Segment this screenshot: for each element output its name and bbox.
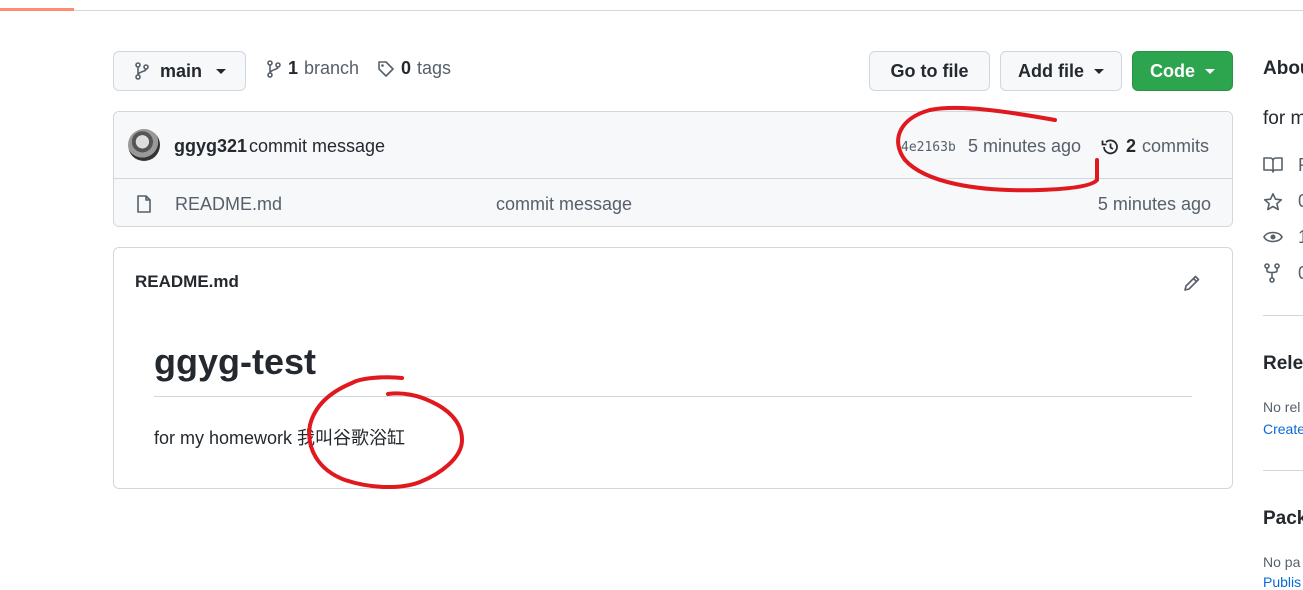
releases-text: No rel [1263,399,1301,415]
latest-commit-bar: ggyg321 commit message 4e2163b 5 minutes… [114,112,1232,179]
star-count[interactable]: 0 [1298,191,1303,212]
readme-heading: ggyg-test [154,341,316,382]
fork-icon [1264,263,1280,283]
publish-package-link[interactable]: Publis [1263,574,1301,590]
readme-panel: README.md ggyg-test for my homework 我叫谷歌… [113,247,1233,489]
commit-count-label: commits [1142,136,1210,156]
git-branch-icon [135,62,149,80]
file-row[interactable]: README.md commit message 5 minutes ago [114,179,1232,226]
chevron-down-icon [1205,68,1215,74]
avatar[interactable] [128,129,160,161]
pencil-icon[interactable] [1182,273,1202,293]
sidebar-divider [1263,470,1303,471]
about-title: Abou [1263,58,1303,79]
file-name[interactable]: README.md [175,194,282,215]
code-button[interactable]: Code [1132,51,1233,91]
branch-name: main [160,60,203,81]
heading-divider [154,396,1192,397]
file-icon [137,195,151,213]
tag-label: tags [417,58,452,78]
active-tab-underline [0,8,74,11]
repo-description: for m [1263,108,1303,129]
commit-count: 2 [1126,136,1137,156]
commit-file-box: ggyg321 commit message 4e2163b 5 minutes… [113,111,1233,227]
packages-text: No pa [1263,554,1301,570]
history-icon [1101,139,1118,154]
packages-title[interactable]: Pack [1263,508,1303,530]
commit-author[interactable]: ggyg321 [174,136,247,157]
eye-icon [1263,231,1283,243]
add-file-label: Add file [1018,60,1084,81]
file-commit-time: 5 minutes ago [1097,194,1211,214]
file-commit-message[interactable]: commit message [496,194,632,215]
tag-icon [378,60,394,77]
branch-count: 1 [288,58,299,78]
book-icon [1263,157,1283,173]
watcher-count[interactable]: 1 [1298,227,1303,248]
code-label: Code [1150,60,1195,81]
releases-title[interactable]: Rele [1263,353,1303,375]
star-icon [1263,193,1283,211]
branch-select-button[interactable]: main [113,51,246,91]
go-to-file-label: Go to file [890,60,969,81]
commit-message[interactable]: commit message [249,136,385,157]
readme-link-label[interactable]: R [1298,155,1303,176]
readme-body: for my homework 我叫谷歌浴缸 [154,428,406,448]
commits-link[interactable]: 2 commits [1100,136,1209,157]
tags-link[interactable]: 0 tags [377,58,451,79]
tag-count: 0 [401,58,412,78]
readme-filename[interactable]: README.md [135,272,239,292]
commit-sha[interactable]: 4e2163b [901,140,956,155]
create-release-link[interactable]: Create [1263,421,1303,437]
branches-link[interactable]: 1 branch [266,58,359,79]
git-branch-icon [267,59,281,78]
add-file-button[interactable]: Add file [1000,51,1122,91]
sidebar-divider [1263,315,1303,316]
commit-time: 5 minutes ago [968,136,1082,156]
fork-count[interactable]: 0 [1298,263,1303,284]
chevron-down-icon [216,68,227,74]
branch-label: branch [304,58,360,78]
chevron-down-icon [1094,68,1104,74]
top-nav-bar [0,0,1303,11]
go-to-file-button[interactable]: Go to file [869,51,990,91]
